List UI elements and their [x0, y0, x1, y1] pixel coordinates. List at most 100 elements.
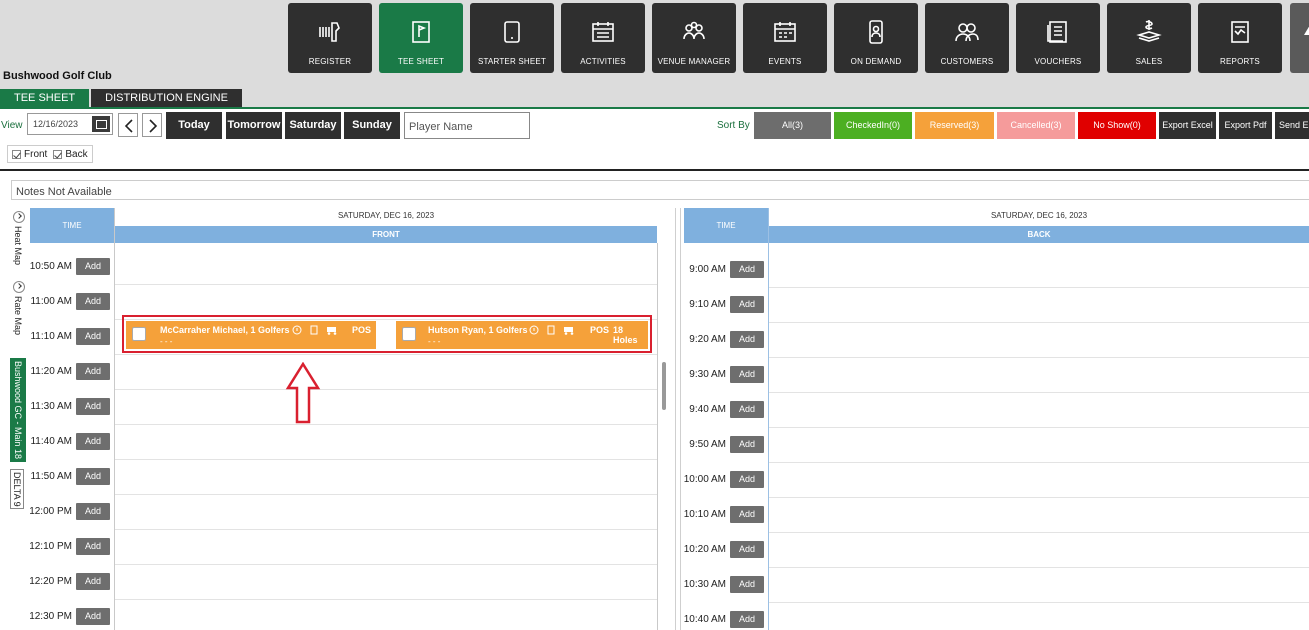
- front-right-border: [657, 243, 658, 630]
- slot-divider: [115, 424, 657, 425]
- export-pdf-button[interactable]: Export Pdf: [1219, 112, 1272, 139]
- report-icon: [1225, 17, 1255, 47]
- calendar-list-icon: [588, 17, 618, 47]
- add-booking-button[interactable]: Add: [730, 541, 764, 558]
- time-slot-row: 9:40 AM Add: [681, 392, 764, 427]
- time-slot-row: 10:00 AM Add: [681, 462, 764, 497]
- back-side-header: BACK: [769, 226, 1309, 243]
- add-booking-button[interactable]: Add: [76, 503, 110, 520]
- add-booking-button[interactable]: Add: [730, 261, 764, 278]
- slot-time: 9:30 AM: [689, 369, 726, 380]
- add-booking-button[interactable]: Add: [76, 573, 110, 590]
- slot-time: 10:40 AM: [683, 614, 726, 625]
- slot-divider: [115, 459, 657, 460]
- heat-map-label[interactable]: Heat Map: [13, 226, 23, 265]
- add-booking-button[interactable]: Add: [76, 538, 110, 555]
- next-day-button[interactable]: [142, 113, 162, 137]
- time-slot-row: 11:30 AM Add: [27, 389, 110, 424]
- add-booking-button[interactable]: Add: [730, 296, 764, 313]
- add-booking-button[interactable]: Add: [76, 468, 110, 485]
- front-scrollbar[interactable]: [662, 362, 666, 410]
- send-email-button[interactable]: Send E: [1275, 112, 1309, 139]
- nav-customers[interactable]: CUSTOMERS: [925, 3, 1009, 73]
- nav-reports[interactable]: REPORTS: [1198, 3, 1282, 73]
- back-date-header: SATURDAY, DEC 16, 2023: [990, 211, 1088, 220]
- sort-noshow-button[interactable]: No Show(0): [1078, 112, 1156, 139]
- front-checkbox[interactable]: [12, 149, 21, 159]
- nav-sales[interactable]: SALES: [1107, 3, 1191, 73]
- tomorrow-button[interactable]: Tomorrow: [226, 112, 282, 139]
- today-button[interactable]: Today: [166, 112, 222, 139]
- slot-divider: [769, 322, 1309, 323]
- add-booking-button[interactable]: Add: [730, 471, 764, 488]
- time-slot-row: 12:10 PM Add: [27, 529, 110, 564]
- add-booking-button[interactable]: Add: [76, 398, 110, 415]
- add-booking-button[interactable]: Add: [730, 401, 764, 418]
- sort-checkedin-button[interactable]: CheckedIn(0): [834, 112, 912, 139]
- slot-divider: [115, 494, 657, 495]
- add-booking-button[interactable]: Add: [76, 328, 110, 345]
- course-tab-delta[interactable]: DELTA 9: [10, 469, 24, 509]
- nav-label: ACTIVITIES: [580, 57, 626, 66]
- rate-map-toggle-icon[interactable]: [13, 281, 25, 293]
- nav-register[interactable]: REGISTER: [288, 3, 372, 73]
- time-slot-row: 9:00 AM Add: [681, 252, 764, 287]
- sort-all-button[interactable]: All(3): [754, 112, 831, 139]
- player-name-input[interactable]: Player Name: [404, 112, 530, 139]
- saturday-button[interactable]: Saturday: [285, 112, 341, 139]
- add-booking-button[interactable]: Add: [730, 576, 764, 593]
- mobile-person-icon: [861, 17, 891, 47]
- front-label: Front: [24, 148, 48, 160]
- course-tab-main[interactable]: Bushwood GC - Main 18: [10, 358, 26, 462]
- sort-reserved-button[interactable]: Reserved(3): [915, 112, 994, 139]
- date-input[interactable]: 12/16/2023: [27, 113, 113, 135]
- add-booking-button[interactable]: Add: [76, 608, 110, 625]
- sunday-button[interactable]: Sunday: [344, 112, 400, 139]
- main-nav: REGISTER TEE SHEET STARTER SHEET ACTIVIT…: [288, 3, 1282, 73]
- add-booking-button[interactable]: Add: [730, 366, 764, 383]
- back-checkbox[interactable]: [53, 149, 63, 159]
- barcode-scanner-icon: [315, 17, 345, 47]
- back-time-header: TIME: [684, 208, 768, 243]
- nav-tee-sheet[interactable]: TEE SHEET: [379, 3, 463, 73]
- slot-divider: [769, 287, 1309, 288]
- add-booking-button[interactable]: Add: [76, 293, 110, 310]
- slot-divider: [769, 532, 1309, 533]
- sort-cancelled-button[interactable]: Cancelled(3): [997, 112, 1075, 139]
- nav-scroll-up[interactable]: [1290, 3, 1309, 73]
- nav-label: STARTER SHEET: [477, 57, 547, 66]
- group-icon: [679, 17, 709, 47]
- nav-label: REGISTER: [308, 57, 352, 66]
- nav-on-demand[interactable]: ON DEMAND: [834, 3, 918, 73]
- add-booking-button[interactable]: Add: [730, 436, 764, 453]
- calendar-icon[interactable]: [92, 116, 110, 132]
- tab-tee-sheet[interactable]: TEE SHEET: [0, 89, 90, 107]
- nav-venue-manager[interactable]: VENUE MANAGER: [652, 3, 736, 73]
- time-slot-row: 11:50 AM Add: [27, 459, 110, 494]
- slot-time: 10:30 AM: [683, 579, 726, 590]
- nav-starter-sheet[interactable]: STARTER SHEET: [470, 3, 554, 73]
- slot-divider: [769, 602, 1309, 603]
- sub-tabs: TEE SHEET DISTRIBUTION ENGINE: [0, 89, 244, 107]
- rate-map-label[interactable]: Rate Map: [13, 296, 23, 335]
- tab-distribution-engine[interactable]: DISTRIBUTION ENGINE: [91, 89, 242, 107]
- front-side-header: FRONT: [115, 226, 657, 243]
- nav-activities[interactable]: ACTIVITIES: [561, 3, 645, 73]
- add-booking-button[interactable]: Add: [76, 433, 110, 450]
- up-arrow-annotation-icon: [285, 362, 321, 424]
- add-booking-button[interactable]: Add: [730, 506, 764, 523]
- toolbar-divider: [0, 169, 1309, 171]
- add-booking-button[interactable]: Add: [76, 363, 110, 380]
- prev-day-button[interactable]: [118, 113, 138, 137]
- add-booking-button[interactable]: Add: [730, 611, 764, 628]
- add-booking-button[interactable]: Add: [730, 331, 764, 348]
- nav-label: SALES: [1135, 57, 1163, 66]
- nav-events[interactable]: EVENTS: [743, 3, 827, 73]
- slot-divider: [769, 427, 1309, 428]
- nav-vouchers[interactable]: VOUCHERS: [1016, 3, 1100, 73]
- export-excel-button[interactable]: Export Excel: [1159, 112, 1216, 139]
- time-slot-row: 10:40 AM Add: [681, 602, 764, 630]
- add-booking-button[interactable]: Add: [76, 258, 110, 275]
- slot-divider: [769, 357, 1309, 358]
- heat-map-toggle-icon[interactable]: [13, 211, 25, 223]
